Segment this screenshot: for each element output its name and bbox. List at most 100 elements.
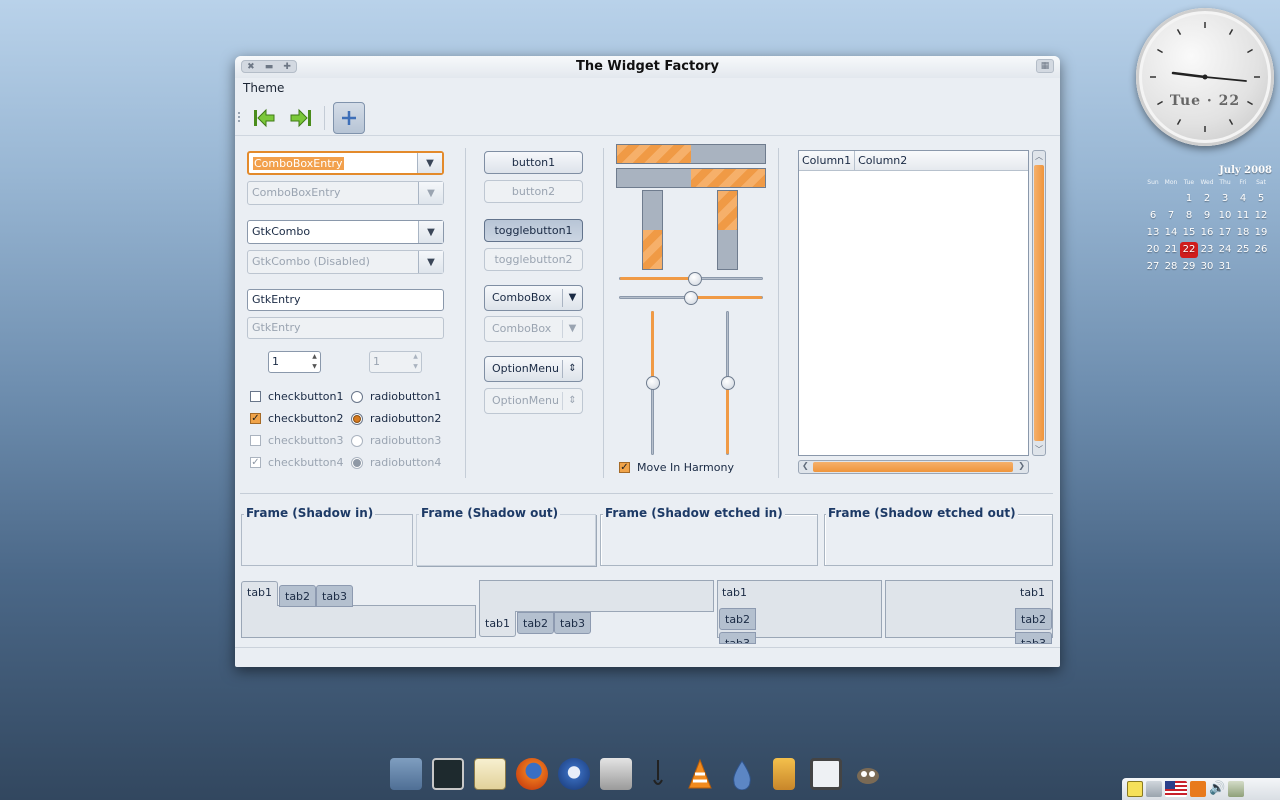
scroll-right-icon[interactable]: ❯ bbox=[1018, 461, 1025, 470]
spin-button[interactable]: 1 ▲ ▼ bbox=[268, 351, 321, 373]
chevron-down-icon[interactable]: ▼ bbox=[417, 153, 442, 173]
scrollbar-thumb[interactable] bbox=[813, 462, 1013, 472]
tab-tab2[interactable]: tab2 bbox=[517, 612, 555, 634]
calendar-day[interactable]: 25 bbox=[1234, 242, 1252, 258]
radio-icon[interactable] bbox=[351, 390, 363, 403]
tab-tab3[interactable]: tab3 bbox=[1015, 632, 1053, 644]
tab-tab1[interactable]: tab1 bbox=[1015, 582, 1050, 604]
hscale2-knob[interactable] bbox=[684, 291, 698, 305]
calendar-day[interactable]: 5 bbox=[1252, 191, 1270, 207]
calendar-day[interactable]: 27 bbox=[1144, 259, 1162, 275]
gimp-icon[interactable] bbox=[852, 758, 884, 790]
us-flag-icon[interactable] bbox=[1165, 781, 1187, 797]
gtkcombo-text[interactable]: GtkCombo bbox=[248, 221, 418, 243]
tab-tab3[interactable]: tab3 bbox=[554, 612, 592, 634]
thunderbird-icon[interactable] bbox=[558, 758, 590, 790]
vertical-scrollbar[interactable]: ︿ ﹀ bbox=[1032, 150, 1046, 456]
terminal-icon[interactable] bbox=[432, 758, 464, 790]
calendar-day[interactable]: 31 bbox=[1216, 259, 1234, 275]
radio-selected-icon[interactable] bbox=[351, 412, 363, 425]
calendar-day[interactable]: 8 bbox=[1180, 208, 1198, 224]
title-bar[interactable]: ✖ ▬ ✚ The Widget Factory ▦ bbox=[235, 56, 1060, 78]
calendar-day[interactable]: 30 bbox=[1198, 259, 1216, 275]
calendar-day[interactable]: 11 bbox=[1234, 208, 1252, 224]
window-icon[interactable] bbox=[810, 758, 842, 790]
tree-view[interactable]: Column1 Column2 bbox=[798, 150, 1029, 456]
updown-arrows-icon[interactable]: ⇕ bbox=[562, 360, 582, 378]
tab-tab1[interactable]: tab1 bbox=[717, 582, 752, 604]
move-in-harmony-check[interactable]: ✓ Move In Harmony bbox=[619, 461, 734, 474]
calendar-day[interactable]: 9 bbox=[1198, 208, 1216, 224]
volume-icon[interactable]: 🔊 bbox=[1209, 781, 1225, 797]
network-icon[interactable] bbox=[1146, 781, 1162, 797]
spin-value[interactable]: 1 bbox=[269, 352, 309, 372]
spin-arrows-icon[interactable]: ▲ ▼ bbox=[309, 352, 320, 372]
update-icon[interactable] bbox=[1190, 781, 1206, 797]
scrollbar-thumb[interactable] bbox=[1034, 165, 1044, 441]
checkbutton2[interactable]: ✓ checkbutton2 bbox=[250, 412, 344, 425]
calendar-day[interactable]: 26 bbox=[1252, 242, 1270, 258]
column1-header[interactable]: Column1 bbox=[799, 151, 856, 170]
go-first-button[interactable] bbox=[248, 102, 280, 134]
calendar-day[interactable]: 18 bbox=[1234, 225, 1252, 241]
water-icon[interactable] bbox=[726, 758, 758, 791]
archive-icon[interactable] bbox=[773, 758, 795, 790]
go-last-button[interactable] bbox=[285, 102, 317, 134]
calendar-day[interactable]: 29 bbox=[1180, 259, 1198, 275]
scripts-icon[interactable] bbox=[600, 758, 632, 790]
battery-icon[interactable] bbox=[1228, 781, 1244, 797]
tab-tab1[interactable]: tab1 bbox=[241, 581, 279, 606]
calendar-day[interactable]: 28 bbox=[1162, 259, 1180, 275]
add-button[interactable] bbox=[333, 102, 365, 134]
calendar-day[interactable]: 23 bbox=[1198, 242, 1216, 258]
horizontal-scrollbar[interactable]: ❮ ❯ bbox=[798, 460, 1029, 474]
firefox-icon[interactable] bbox=[516, 758, 548, 790]
calendar-day[interactable]: 3 bbox=[1216, 191, 1234, 207]
calendar-day[interactable]: 10 bbox=[1216, 208, 1234, 224]
calendar-day[interactable]: 19 bbox=[1252, 225, 1270, 241]
toolbar-grip[interactable] bbox=[238, 112, 241, 122]
menu-item-theme[interactable]: Theme bbox=[243, 81, 284, 95]
column2-header[interactable]: Column2 bbox=[855, 151, 910, 170]
text-editor-icon[interactable] bbox=[474, 758, 506, 790]
calendar-day[interactable]: 12 bbox=[1252, 208, 1270, 224]
button1[interactable]: button1 bbox=[484, 151, 583, 174]
notes-icon[interactable] bbox=[1127, 781, 1143, 797]
calendar-day[interactable]: 1 bbox=[1180, 191, 1198, 207]
scroll-left-icon[interactable]: ❮ bbox=[802, 461, 809, 470]
calendar-today[interactable]: 22 bbox=[1180, 242, 1198, 258]
audio-icon[interactable] bbox=[642, 758, 674, 790]
calendar-day[interactable]: 24 bbox=[1216, 242, 1234, 258]
hscale1-knob[interactable] bbox=[688, 272, 703, 286]
vscale1-knob[interactable] bbox=[646, 376, 660, 390]
calendar-day[interactable]: 17 bbox=[1216, 225, 1234, 241]
calendar-day[interactable]: 15 bbox=[1180, 225, 1198, 241]
comboboxentry-text[interactable]: ComboBoxEntry bbox=[249, 153, 417, 173]
tab-tab1[interactable]: tab1 bbox=[479, 611, 517, 637]
calendar-day[interactable]: 4 bbox=[1234, 191, 1252, 207]
tab-tab3[interactable]: tab3 bbox=[316, 585, 354, 607]
checkbutton1[interactable]: checkbutton1 bbox=[250, 390, 344, 403]
tab-tab2[interactable]: tab2 bbox=[279, 585, 317, 607]
checkbox-checked-icon[interactable]: ✓ bbox=[619, 462, 630, 473]
scroll-up-icon[interactable]: ︿ bbox=[1035, 151, 1043, 162]
calendar-day[interactable]: 6 bbox=[1144, 208, 1162, 224]
togglebutton1[interactable]: togglebutton1 bbox=[484, 219, 583, 242]
checkbox-checked-icon[interactable]: ✓ bbox=[250, 413, 261, 424]
calendar-day[interactable]: 14 bbox=[1162, 225, 1180, 241]
gtkentry[interactable]: GtkEntry bbox=[247, 289, 444, 311]
comboboxentry[interactable]: ComboBoxEntry ▼ bbox=[247, 151, 444, 175]
calendar-day[interactable]: 7 bbox=[1162, 208, 1180, 224]
file-manager-icon[interactable] bbox=[390, 758, 422, 790]
tab-tab3[interactable]: tab3 bbox=[719, 632, 757, 644]
radiobutton2[interactable]: radiobutton2 bbox=[351, 412, 441, 425]
vlc-icon[interactable] bbox=[684, 758, 716, 790]
calendar-day[interactable]: 16 bbox=[1198, 225, 1216, 241]
radiobutton1[interactable]: radiobutton1 bbox=[351, 390, 441, 403]
vscale2-knob[interactable] bbox=[721, 376, 735, 390]
checkbox-icon[interactable] bbox=[250, 391, 261, 402]
gtkcombo[interactable]: GtkCombo ▼ bbox=[247, 220, 444, 244]
chevron-down-icon[interactable]: ▼ bbox=[418, 221, 443, 243]
calendar-day[interactable]: 20 bbox=[1144, 242, 1162, 258]
calendar-day[interactable]: 2 bbox=[1198, 191, 1216, 207]
